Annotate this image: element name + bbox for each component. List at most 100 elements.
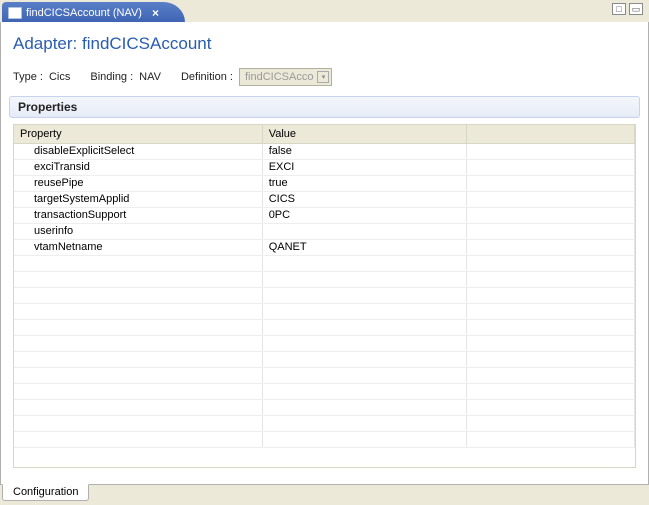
close-icon[interactable]: × (152, 7, 159, 19)
cell-val[interactable]: QANET (262, 239, 467, 255)
bottom-tab-strip: Configuration (0, 485, 649, 505)
tab-label: Configuration (13, 486, 78, 498)
cell-prop (14, 287, 262, 303)
cell-val[interactable] (262, 351, 467, 367)
cell-val[interactable] (262, 255, 467, 271)
cell-prop: disableExplicitSelect (14, 143, 262, 159)
cell-prop (14, 271, 262, 287)
cell-prop (14, 319, 262, 335)
cell-prop: exciTransid (14, 159, 262, 175)
table-row[interactable] (14, 271, 635, 287)
editor-tab-strip: findCICSAccount (NAV) × □ ▭ (0, 0, 649, 22)
cell-spare (467, 175, 635, 191)
section-header-properties: Properties (9, 96, 640, 118)
maximize-icon[interactable]: ▭ (629, 3, 643, 15)
cell-val[interactable]: CICS (262, 191, 467, 207)
table-row[interactable] (14, 383, 635, 399)
binding-value: NAV (139, 71, 161, 83)
table-row[interactable]: exciTransidEXCI (14, 159, 635, 175)
tab-configuration[interactable]: Configuration (2, 484, 89, 501)
window-controls: □ ▭ (612, 3, 643, 15)
cell-prop (14, 351, 262, 367)
table-row[interactable] (14, 303, 635, 319)
cell-val[interactable]: EXCI (262, 159, 467, 175)
cell-spare (467, 351, 635, 367)
cell-spare (467, 335, 635, 351)
col-value[interactable]: Value (262, 125, 467, 143)
file-icon (8, 7, 22, 19)
cell-spare (467, 431, 635, 447)
cell-spare (467, 399, 635, 415)
table-row[interactable]: userinfo (14, 223, 635, 239)
cell-val[interactable] (262, 399, 467, 415)
cell-val[interactable]: 0PC (262, 207, 467, 223)
cell-spare (467, 223, 635, 239)
cell-val[interactable] (262, 223, 467, 239)
properties-table-wrap: Property Value disableExplicitSelectfals… (13, 124, 636, 468)
definition-dropdown[interactable]: findCICSAcco ▾ (239, 68, 332, 86)
col-property[interactable]: Property (14, 125, 262, 143)
table-row[interactable] (14, 255, 635, 271)
cell-prop (14, 431, 262, 447)
cell-prop (14, 255, 262, 271)
properties-table: Property Value disableExplicitSelectfals… (14, 125, 635, 448)
cell-spare (467, 207, 635, 223)
cell-prop (14, 415, 262, 431)
editor-content: Adapter: findCICSAccount Type : Cics Bin… (0, 22, 649, 485)
binding-label: Binding : (90, 71, 133, 83)
cell-spare (467, 415, 635, 431)
editor-tab-active[interactable]: findCICSAccount (NAV) × (2, 2, 185, 22)
cell-spare (467, 159, 635, 175)
cell-prop: transactionSupport (14, 207, 262, 223)
table-row[interactable] (14, 287, 635, 303)
cell-val[interactable] (262, 431, 467, 447)
table-row[interactable] (14, 335, 635, 351)
cell-prop (14, 367, 262, 383)
cell-val[interactable] (262, 367, 467, 383)
table-row[interactable]: transactionSupport0PC (14, 207, 635, 223)
cell-spare (467, 239, 635, 255)
type-label: Type : (13, 71, 43, 83)
cell-spare (467, 271, 635, 287)
cell-prop: reusePipe (14, 175, 262, 191)
table-row[interactable] (14, 319, 635, 335)
table-row[interactable]: vtamNetnameQANET (14, 239, 635, 255)
cell-spare (467, 191, 635, 207)
cell-prop: targetSystemApplid (14, 191, 262, 207)
title-prefix: Adapter: (13, 34, 82, 53)
table-row[interactable] (14, 351, 635, 367)
table-row[interactable] (14, 367, 635, 383)
table-row[interactable] (14, 415, 635, 431)
cell-val[interactable]: false (262, 143, 467, 159)
cell-prop (14, 399, 262, 415)
table-row[interactable] (14, 399, 635, 415)
cell-val[interactable] (262, 303, 467, 319)
minimize-icon[interactable]: □ (612, 3, 626, 15)
cell-val[interactable] (262, 335, 467, 351)
type-value: Cics (49, 71, 70, 83)
chevron-down-icon: ▾ (317, 71, 329, 83)
table-row[interactable]: disableExplicitSelectfalse (14, 143, 635, 159)
cell-val[interactable] (262, 415, 467, 431)
cell-spare (467, 367, 635, 383)
table-row[interactable]: targetSystemApplidCICS (14, 191, 635, 207)
section-title: Properties (18, 100, 77, 114)
cell-spare (467, 143, 635, 159)
cell-prop (14, 383, 262, 399)
adapter-meta-row: Type : Cics Binding : NAV Definition : f… (13, 68, 636, 86)
cell-spare (467, 303, 635, 319)
table-row[interactable] (14, 431, 635, 447)
col-spare[interactable] (467, 125, 635, 143)
tab-title: findCICSAccount (NAV) (26, 7, 142, 19)
cell-val[interactable] (262, 287, 467, 303)
cell-val[interactable] (262, 383, 467, 399)
cell-prop (14, 335, 262, 351)
table-row[interactable]: reusePipetrue (14, 175, 635, 191)
cell-spare (467, 255, 635, 271)
cell-val[interactable] (262, 271, 467, 287)
cell-val[interactable] (262, 319, 467, 335)
cell-prop (14, 303, 262, 319)
definition-value: findCICSAcco (245, 71, 313, 83)
cell-spare (467, 383, 635, 399)
cell-val[interactable]: true (262, 175, 467, 191)
